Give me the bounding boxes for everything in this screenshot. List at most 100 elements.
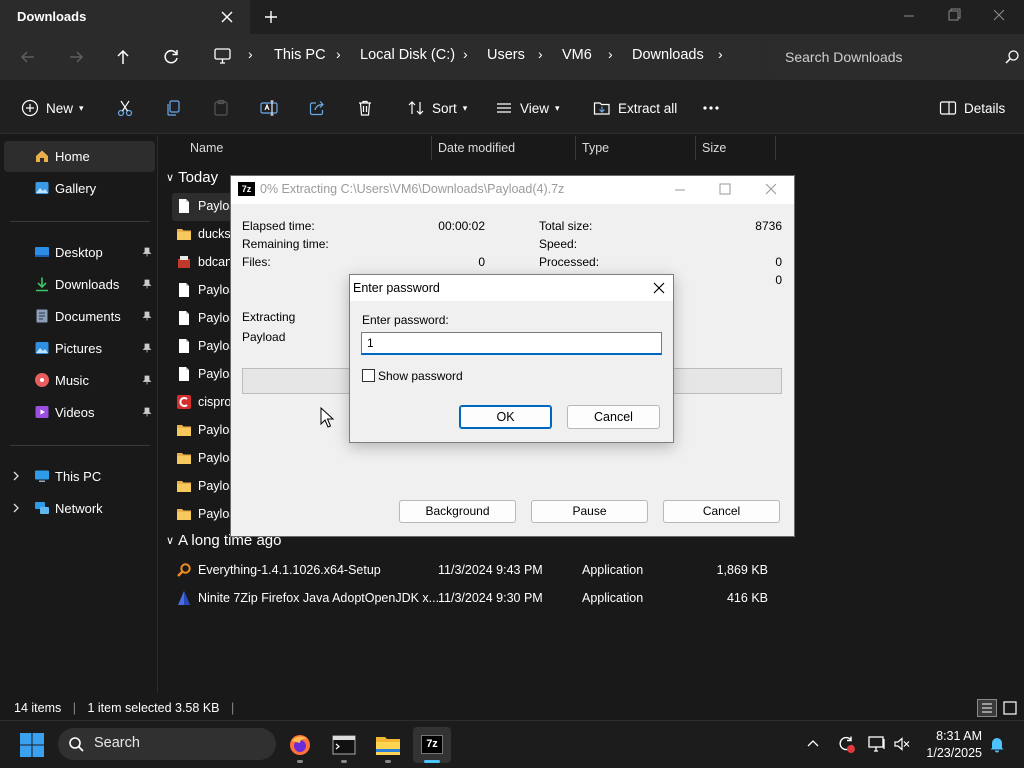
volume-muted-icon[interactable] [893, 736, 911, 752]
share-button[interactable] [307, 98, 327, 118]
maximize-icon[interactable] [718, 182, 732, 196]
show-password-checkbox[interactable] [362, 369, 375, 382]
column-divider[interactable] [431, 136, 432, 160]
table-row[interactable]: Payloa [172, 332, 236, 360]
column-divider[interactable] [695, 136, 696, 160]
extract-all-button[interactable]: Extract all [592, 98, 677, 118]
close-window-icon[interactable] [988, 6, 1010, 26]
terminal-taskbar-button[interactable] [325, 727, 363, 763]
file-explorer-taskbar-button[interactable] [369, 727, 407, 763]
breadcrumb-local-disk[interactable]: Local Disk (C:) [360, 47, 455, 63]
clock-time[interactable]: 8:31 AM [918, 729, 982, 743]
table-row[interactable]: Payloa [172, 472, 236, 500]
refresh-icon[interactable] [159, 45, 183, 69]
search-input[interactable]: Search Downloads [770, 41, 1024, 73]
view-button[interactable]: View ▾ [494, 98, 560, 118]
sevenzip-taskbar-button[interactable]: 7z [413, 727, 451, 763]
minimize-icon[interactable] [673, 183, 687, 197]
clock-date[interactable]: 1/23/2025 [912, 746, 982, 760]
table-row[interactable]: Everything-1.4.1.1026.x64-Setup 11/3/202… [172, 556, 792, 584]
maximize-icon[interactable] [942, 6, 964, 26]
breadcrumb-vm6[interactable]: VM6 [562, 47, 592, 63]
sync-alert-icon[interactable] [836, 734, 856, 754]
show-password-label[interactable]: Show password [378, 369, 463, 383]
paste-button[interactable] [211, 98, 231, 118]
sidebar-item-network[interactable]: Network [0, 493, 158, 523]
forward-arrow-icon[interactable] [64, 45, 88, 69]
minimize-icon[interactable] [898, 6, 920, 26]
archive-icon [176, 254, 192, 270]
sidebar-item-gallery[interactable]: Gallery [0, 173, 158, 203]
table-row[interactable]: bdcan [172, 248, 232, 276]
background-button[interactable]: Background [399, 500, 516, 523]
table-row[interactable]: Payloa [172, 192, 236, 220]
table-row[interactable]: Payloa [172, 500, 236, 528]
details-view-icon[interactable] [977, 699, 997, 717]
group-header-today[interactable]: ∨ Today [166, 169, 218, 186]
plus-circle-icon [21, 99, 39, 117]
cut-button[interactable] [115, 98, 135, 118]
display-network-icon[interactable] [867, 735, 887, 753]
sidebar-item-videos[interactable]: Videos [0, 397, 158, 427]
sidebar-item-pictures[interactable]: Pictures [0, 333, 158, 363]
password-input[interactable] [361, 332, 662, 355]
column-name[interactable]: Name [190, 141, 223, 155]
desktop-icon [35, 247, 49, 257]
taskbar-search[interactable]: Search [58, 728, 276, 760]
table-row[interactable]: Payloa [172, 276, 236, 304]
column-type[interactable]: Type [582, 141, 609, 155]
sidebar-item-documents[interactable]: Documents [0, 301, 158, 331]
breadcrumb-users[interactable]: Users [487, 47, 525, 63]
new-tab-icon[interactable] [262, 8, 280, 26]
sidebar-item-desktop[interactable]: Desktop [0, 237, 158, 267]
column-divider[interactable] [775, 136, 776, 160]
monitor-icon[interactable] [213, 47, 233, 65]
tiles-view-icon[interactable] [1002, 700, 1018, 716]
sidebar-item-home[interactable]: Home [0, 141, 158, 171]
sort-button[interactable]: Sort ▾ [406, 98, 467, 118]
start-button[interactable] [19, 732, 45, 758]
column-divider[interactable] [575, 136, 576, 160]
item-count: 14 items [14, 701, 62, 715]
sidebar-item-this-pc[interactable]: This PC [0, 461, 158, 491]
pause-button[interactable]: Pause [531, 500, 648, 523]
table-row[interactable]: Payloa [172, 416, 236, 444]
breadcrumb-this-pc[interactable]: This PC [274, 47, 326, 63]
chevron-right-icon[interactable]: › [718, 46, 723, 62]
close-tab-icon[interactable] [218, 8, 236, 26]
chevron-right-icon: › [538, 46, 543, 62]
copy-button[interactable] [163, 98, 183, 118]
home-icon [36, 150, 48, 162]
cancel-button[interactable]: Cancel [567, 405, 660, 429]
sidebar-label: Home [55, 149, 90, 164]
table-row[interactable]: Ninite 7Zip Firefox Java AdoptOpenJDK x.… [172, 584, 792, 612]
column-size[interactable]: Size [702, 141, 726, 155]
table-row[interactable]: cispro [172, 388, 232, 416]
chevron-up-icon[interactable] [805, 736, 821, 752]
table-row[interactable]: Payloa [172, 304, 236, 332]
column-date-modified[interactable]: Date modified [438, 141, 515, 155]
back-arrow-icon[interactable] [16, 45, 40, 69]
cancel-extraction-button[interactable]: Cancel [663, 500, 780, 523]
more-options-button[interactable] [701, 98, 721, 118]
file-date: 11/3/2024 9:30 PM [438, 591, 543, 605]
details-pane-icon [939, 101, 957, 115]
firefox-taskbar-button[interactable] [281, 727, 319, 763]
table-row[interactable]: Payloa [172, 444, 236, 472]
sort-label: Sort [432, 100, 457, 116]
rename-button[interactable] [259, 98, 279, 118]
delete-button[interactable] [355, 98, 375, 118]
close-icon[interactable] [651, 280, 667, 296]
sidebar-item-downloads[interactable]: Downloads [0, 269, 158, 299]
breadcrumb-downloads[interactable]: Downloads [632, 47, 704, 63]
notification-bell-icon[interactable] [988, 735, 1006, 753]
table-row[interactable]: Payloa [172, 360, 236, 388]
up-arrow-icon[interactable] [111, 45, 135, 69]
ok-button[interactable]: OK [459, 405, 552, 429]
new-button[interactable]: New ▾ [20, 98, 84, 118]
close-icon[interactable] [764, 182, 778, 196]
table-row[interactable]: ducks [172, 220, 232, 248]
details-button[interactable]: Details [938, 98, 1005, 118]
processed-value: 0 [775, 255, 782, 269]
sidebar-item-music[interactable]: Music [0, 365, 158, 395]
